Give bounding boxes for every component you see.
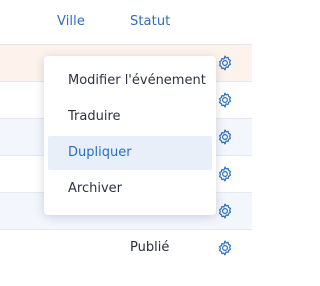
row-status: Publié: [130, 240, 170, 255]
table-row[interactable]: Publié: [0, 230, 252, 266]
menu-item-archiver[interactable]: Archiver: [48, 172, 212, 206]
menu-item-dupliquer[interactable]: Dupliquer: [48, 136, 212, 170]
gear-icon[interactable]: [216, 54, 234, 72]
menu-item-traduire[interactable]: Traduire: [48, 100, 212, 134]
menu-item-modifier[interactable]: Modifier l'événement: [48, 64, 212, 98]
column-header-ville[interactable]: Ville: [57, 14, 85, 29]
menu-item-label: Traduire: [68, 109, 121, 124]
row-actions-menu: Modifier l'événement Traduire Dupliquer …: [44, 56, 216, 215]
gear-icon[interactable]: [216, 202, 234, 220]
gear-icon[interactable]: [216, 239, 234, 257]
menu-item-label: Dupliquer: [68, 145, 132, 160]
menu-item-label: Archiver: [68, 181, 122, 196]
gear-icon[interactable]: [216, 91, 234, 109]
column-header-statut[interactable]: Statut: [130, 14, 170, 29]
table-header: Ville Statut: [0, 0, 252, 45]
gear-icon[interactable]: [216, 165, 234, 183]
menu-item-label: Modifier l'événement: [68, 73, 206, 88]
gear-icon[interactable]: [216, 128, 234, 146]
